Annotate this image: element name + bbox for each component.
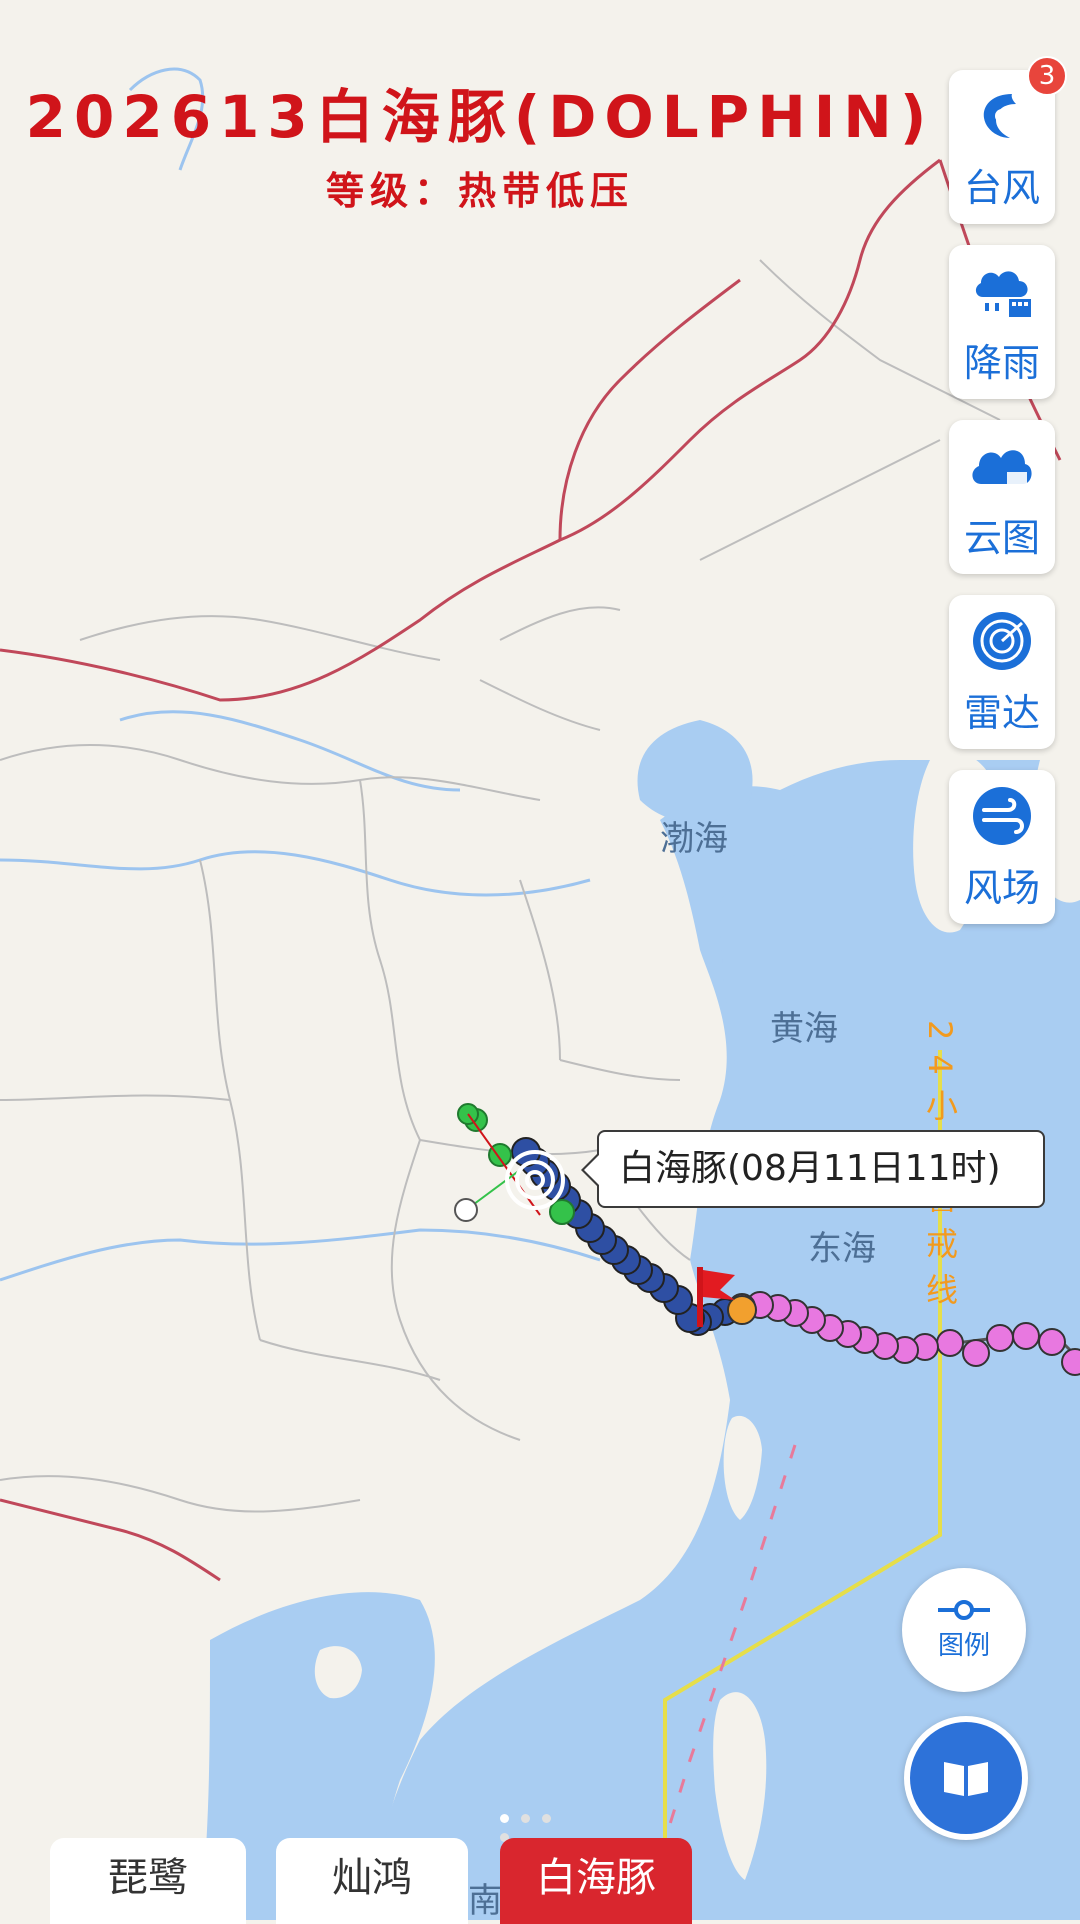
tab-typhoon-pilu[interactable]: 琵鹭: [50, 1838, 246, 1924]
legend-button[interactable]: 图例: [902, 1568, 1026, 1692]
typhoon-title: 202613白海豚(DOLPHIN): [25, 83, 935, 151]
side-button-label: 风场: [963, 865, 1040, 910]
tab-typhoon-canhong[interactable]: 灿鸿: [276, 1838, 468, 1924]
typhoon-count-badge: 3: [1027, 56, 1067, 96]
page-indicator: [500, 1808, 580, 1842]
typhoon-icon: [969, 83, 1035, 149]
tab-typhoon-dolphin[interactable]: 白海豚: [500, 1838, 692, 1924]
side-button-label: 雷达: [963, 690, 1040, 735]
bohai-label: 渤海: [660, 819, 728, 859]
yellow-sea-label: 黄海: [770, 1009, 838, 1049]
rain-icon: [969, 258, 1035, 324]
side-button-radar[interactable]: 雷达: [949, 595, 1055, 749]
side-button-label: 云图: [963, 515, 1040, 560]
cloud-icon: [969, 433, 1035, 499]
side-button-label: 降雨: [963, 340, 1040, 385]
typhoon-info-tooltip[interactable]: 白海豚(08月11日11时): [581, 1130, 1045, 1208]
guide-button[interactable]: [904, 1716, 1028, 1840]
south-china-sea-label: 南: [468, 1881, 502, 1920]
side-button-label: 台风: [963, 165, 1040, 210]
east-china-sea-label: 东海: [808, 1229, 876, 1269]
typhoon-level: 等级：热带低压: [325, 169, 634, 213]
wind-icon: [969, 783, 1035, 849]
side-button-wind[interactable]: 风场: [949, 770, 1055, 924]
book-icon: [944, 1762, 988, 1796]
legend-icon: [938, 1599, 990, 1620]
legend-button-label: 图例: [937, 1630, 990, 1661]
side-button-cloud[interactable]: 云图: [949, 420, 1055, 574]
side-button-rain[interactable]: 降雨: [949, 245, 1055, 399]
radar-icon: [969, 608, 1035, 674]
